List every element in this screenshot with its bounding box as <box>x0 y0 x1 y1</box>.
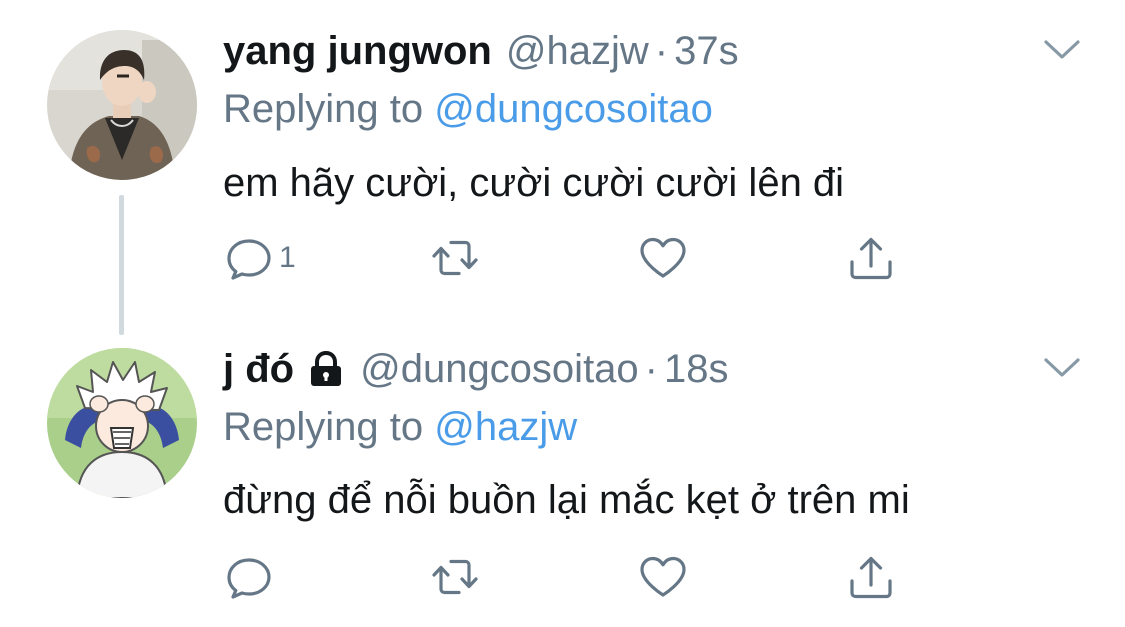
avatar-illustration <box>47 348 197 498</box>
reply-icon <box>223 232 275 284</box>
replying-to-line: Replying to @hazjw <box>223 402 577 452</box>
lock-icon <box>306 349 346 389</box>
retweet-icon <box>429 232 481 284</box>
reply-icon <box>223 551 275 603</box>
timestamp[interactable]: 18s <box>664 344 729 394</box>
thread-connector-line <box>119 195 124 335</box>
avatar-photo <box>47 30 197 180</box>
share-button[interactable] <box>845 547 897 607</box>
display-name[interactable]: j đó <box>223 344 294 394</box>
tweet-text: đừng để nỗi buồn lại mắc kẹt ở trên mi <box>223 478 910 522</box>
avatar[interactable] <box>47 30 197 180</box>
share-icon <box>845 232 897 284</box>
reply-button[interactable] <box>223 547 275 607</box>
tweet-actions: 1 <box>223 228 923 288</box>
tweet-text: em hãy cười, cười cười cười lên đi <box>223 161 845 205</box>
share-icon <box>845 551 897 603</box>
like-icon <box>637 232 689 284</box>
user-handle[interactable]: @hazjw <box>506 26 649 76</box>
mention-link[interactable]: @dungcosoitao <box>434 87 713 131</box>
avatar[interactable] <box>47 348 197 498</box>
tweet[interactable]: yang jungwon @hazjw · 37s Replying to @d… <box>0 0 1125 335</box>
display-name[interactable]: yang jungwon <box>223 26 492 76</box>
mention-link[interactable]: @hazjw <box>434 405 577 449</box>
retweet-icon <box>429 551 481 603</box>
retweet-button[interactable] <box>429 547 481 607</box>
reply-count: 1 <box>279 241 296 274</box>
like-icon <box>637 551 689 603</box>
share-button[interactable] <box>845 228 897 288</box>
timestamp[interactable]: 37s <box>674 26 739 76</box>
like-button[interactable] <box>637 547 689 607</box>
separator-dot: · <box>644 347 658 391</box>
reply-button[interactable]: 1 <box>223 228 296 288</box>
replying-prefix: Replying to <box>223 87 424 131</box>
replying-to-line: Replying to @dungcosoitao <box>223 84 713 134</box>
tweet-actions <box>223 547 923 607</box>
user-handle[interactable]: @dungcosoitao <box>360 344 639 394</box>
tweet-header: j đó @dungcosoitao · 18s <box>223 344 729 394</box>
tweet[interactable]: j đó @dungcosoitao · 18s Replying to @ha… <box>0 320 1125 627</box>
tweet-header: yang jungwon @hazjw · 37s <box>223 26 739 76</box>
replying-prefix: Replying to <box>223 405 424 449</box>
chevron-down-icon[interactable] <box>1043 356 1081 380</box>
chevron-down-icon[interactable] <box>1043 38 1081 62</box>
separator-dot: · <box>654 29 669 73</box>
retweet-button[interactable] <box>429 228 481 288</box>
like-button[interactable] <box>637 228 689 288</box>
